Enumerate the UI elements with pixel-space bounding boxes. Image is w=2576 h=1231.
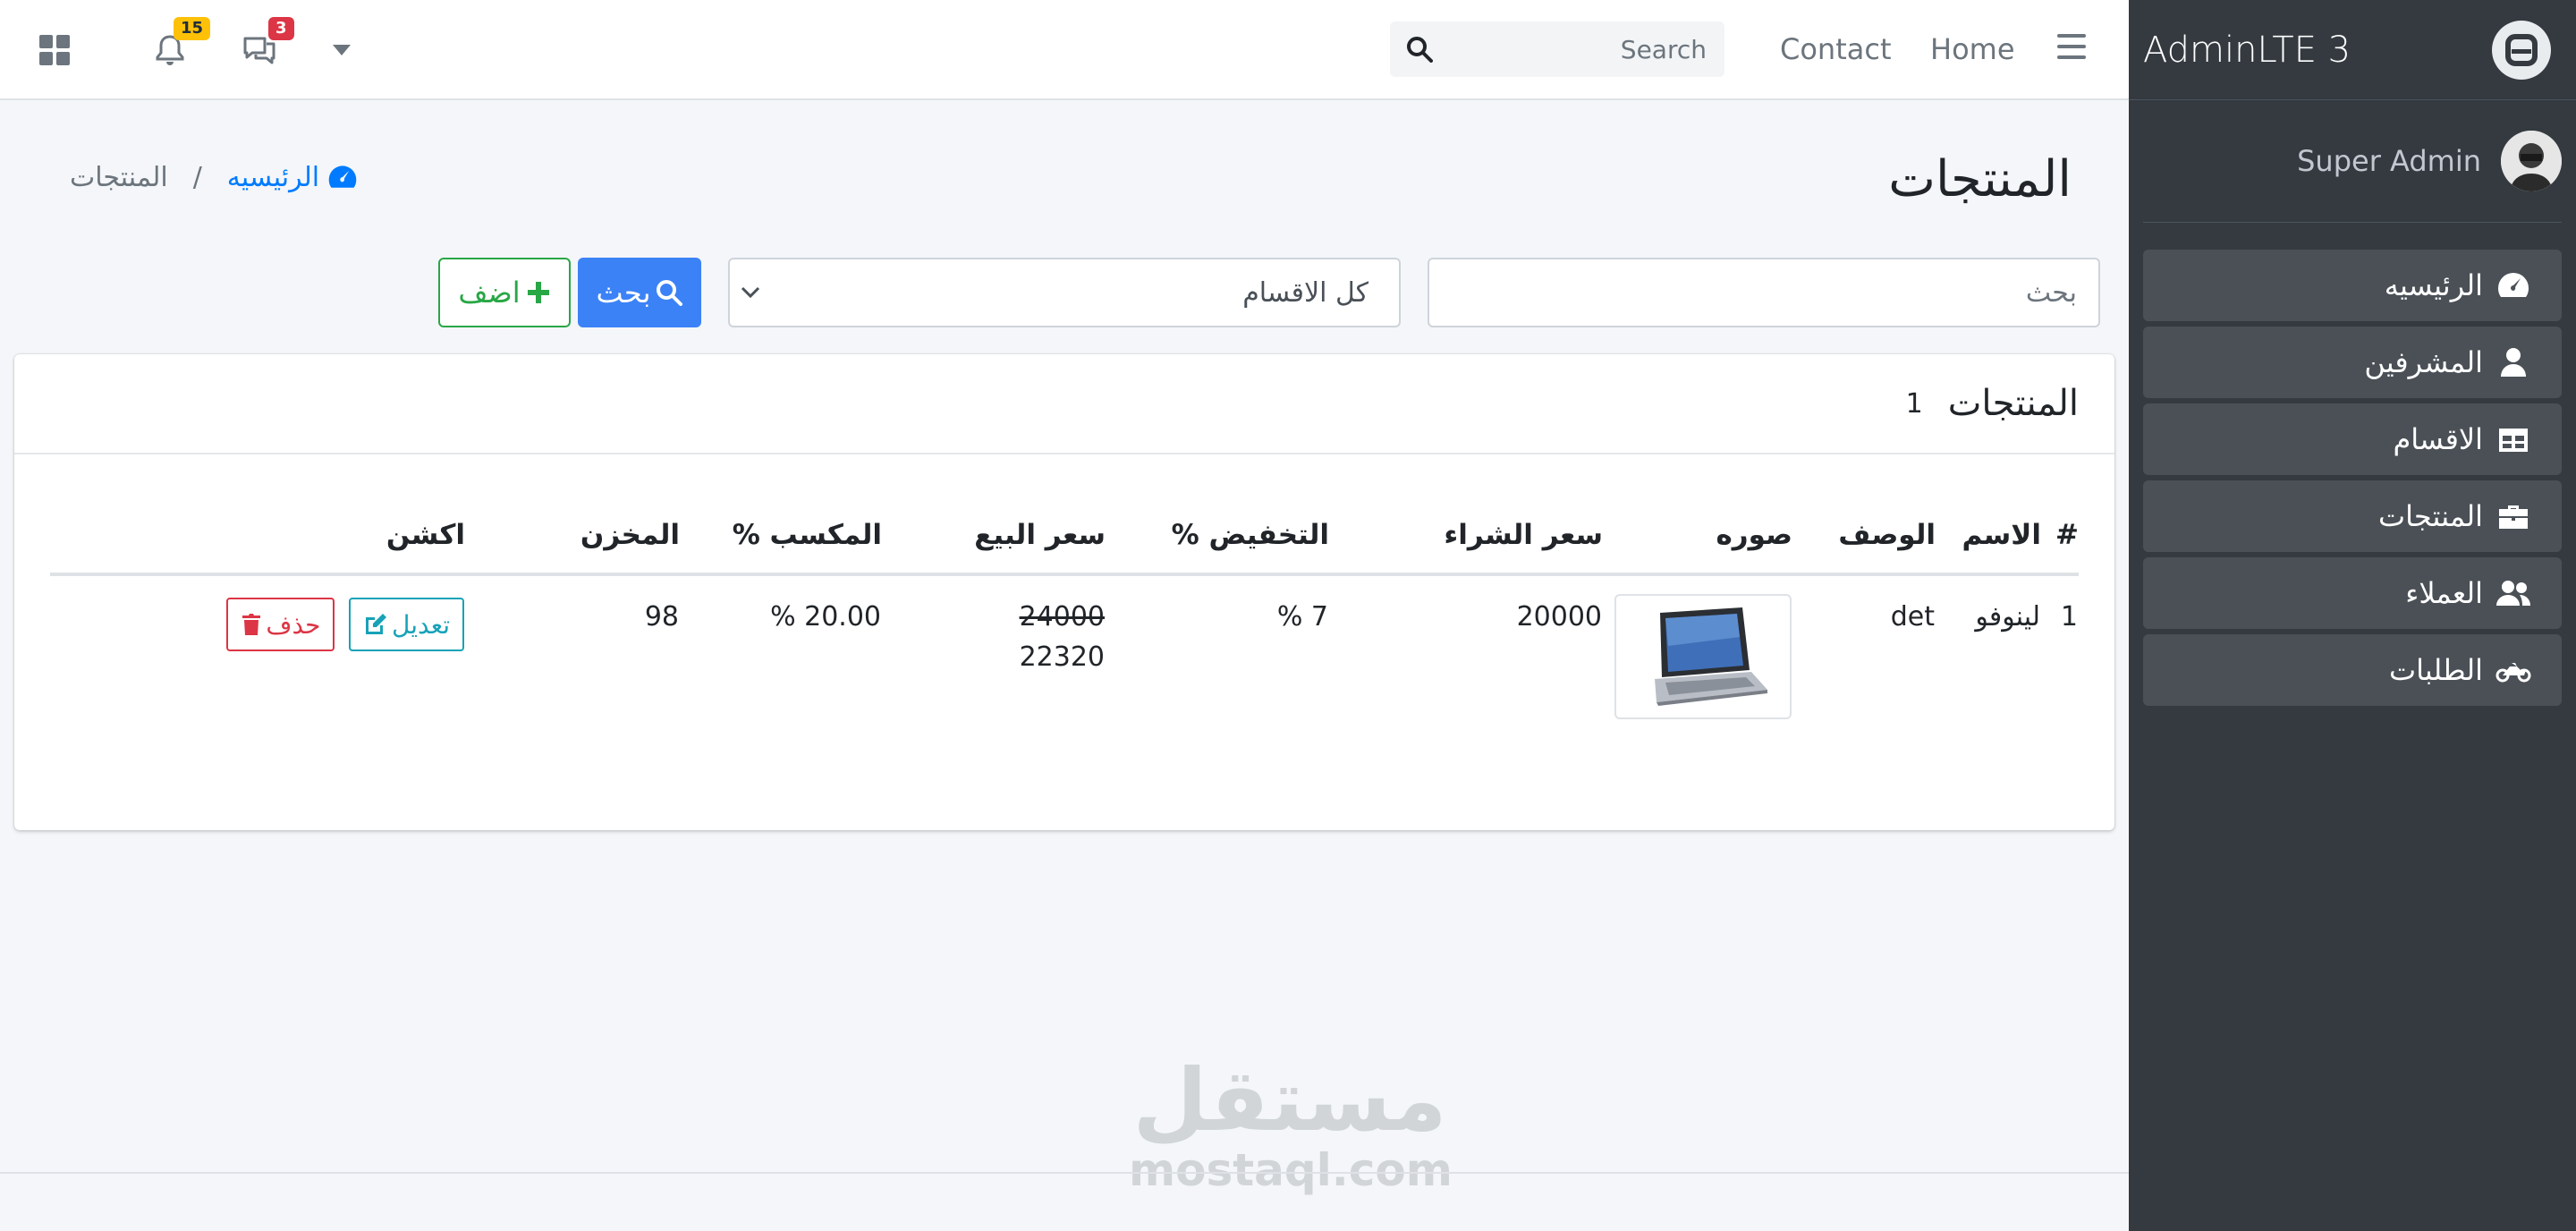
navbar-search bbox=[1390, 21, 1724, 77]
sidebar-item-label: الرئيسيه bbox=[2384, 268, 2483, 302]
sidebar-item-products[interactable]: المنتجات bbox=[2143, 480, 2562, 552]
column-header: الوصف bbox=[1792, 497, 1936, 576]
page-title: المنتجات bbox=[1888, 150, 2072, 208]
edit-button[interactable]: تعديل bbox=[349, 598, 464, 651]
trash-icon bbox=[242, 614, 261, 635]
category-select-value: كل الاقسام bbox=[1242, 276, 1368, 309]
menu-toggle-button[interactable] bbox=[2057, 34, 2086, 63]
brand-logo-icon bbox=[2492, 20, 2551, 80]
sidebar-item-orders[interactable]: الطلبات bbox=[2143, 634, 2562, 706]
products-card: 1 المنتجات # الاسم الوصف صوره سعر الشراء… bbox=[14, 354, 2114, 830]
bars-icon bbox=[2057, 34, 2086, 59]
sidebar-item-label: الطلبات bbox=[2388, 653, 2483, 687]
product-search-input[interactable] bbox=[1428, 258, 2100, 327]
products-count: 1 bbox=[1905, 387, 1923, 420]
column-header: اكشن bbox=[50, 497, 465, 576]
table-icon bbox=[2499, 429, 2528, 452]
search-icon bbox=[657, 280, 683, 306]
caret-down-icon bbox=[333, 45, 351, 55]
cell-discount: 7 % bbox=[1276, 601, 1328, 632]
column-header: سعر البيع bbox=[882, 497, 1106, 576]
motorcycle-icon bbox=[2496, 663, 2531, 683]
sidebar-item-label: الاقسام bbox=[2393, 422, 2483, 456]
column-header: المكسب % bbox=[680, 497, 882, 576]
top-navbar: 15 3 Contact Home bbox=[0, 0, 2129, 100]
column-header: المخزن bbox=[465, 497, 680, 576]
cell-name: لينوفو bbox=[1975, 601, 2040, 632]
cell-stock: 98 bbox=[644, 601, 679, 632]
sidebar-nav: الرئيسيه المشرفين الاقسام المنتجات العمل… bbox=[2143, 250, 2562, 706]
sidebar-item-label: العملاء bbox=[2405, 576, 2483, 610]
column-header: الاسم bbox=[1936, 497, 2041, 576]
avatar bbox=[2501, 131, 2562, 191]
user-panel[interactable]: Super Admin bbox=[2143, 100, 2562, 223]
user-icon bbox=[2501, 348, 2526, 377]
user-name: Super Admin bbox=[2297, 144, 2481, 178]
watermark-arabic: مستقل bbox=[1132, 1050, 1447, 1150]
table-row: 1 لينوفو det 20000 7 % 24000 22320 20.00… bbox=[50, 574, 2079, 727]
watermark: مستقل mostaql.com bbox=[1129, 1050, 1453, 1196]
add-button-label: اضف bbox=[458, 276, 521, 310]
breadcrumb-separator: / bbox=[192, 161, 202, 193]
table-header-row: # الاسم الوصف صوره سعر الشراء التخفيض % … bbox=[50, 497, 2079, 576]
column-header: # bbox=[2041, 497, 2079, 576]
notifications-button[interactable]: 15 bbox=[156, 17, 211, 65]
sale-price: 22320 bbox=[1019, 641, 1105, 673]
category-select[interactable]: كل الاقسام bbox=[728, 258, 1401, 327]
apps-grid-button[interactable] bbox=[39, 35, 70, 65]
cell-purchase-price: 20000 bbox=[1516, 601, 1602, 632]
cell-index: 1 bbox=[2060, 601, 2078, 632]
dropdown-toggle[interactable] bbox=[333, 45, 351, 55]
breadcrumb: المنتجات / الرئيسيه bbox=[70, 161, 359, 193]
messages-badge: 3 bbox=[268, 17, 294, 40]
search-button[interactable]: بحث bbox=[578, 258, 701, 327]
card-title: المنتجات bbox=[1947, 383, 2079, 424]
edit-icon bbox=[366, 614, 386, 634]
grid-icon bbox=[39, 35, 70, 65]
sidebar-item-admins[interactable]: المشرفين bbox=[2143, 327, 2562, 398]
messages-button[interactable]: 3 bbox=[242, 17, 294, 65]
sidebar-item-label: المنتجات bbox=[2378, 499, 2483, 533]
sidebar-item-clients[interactable]: العملاء bbox=[2143, 557, 2562, 629]
column-header: سعر الشراء bbox=[1329, 497, 1603, 576]
footer-divider bbox=[0, 1172, 2129, 1174]
brand-link[interactable]: AdminLTE 3 bbox=[2129, 0, 2576, 100]
old-sale-price: 24000 bbox=[1019, 601, 1105, 632]
notifications-badge: 15 bbox=[174, 17, 211, 40]
edit-button-label: تعديل bbox=[392, 609, 450, 640]
briefcase-icon bbox=[2499, 505, 2528, 529]
column-header: التخفيض % bbox=[1106, 497, 1329, 576]
watermark-latin: mostaql.com bbox=[1129, 1144, 1453, 1196]
brand-title: AdminLTE 3 bbox=[2143, 29, 2351, 71]
cell-description: det bbox=[1890, 601, 1935, 632]
users-icon bbox=[2496, 581, 2530, 606]
products-table: # الاسم الوصف صوره سعر الشراء التخفيض % … bbox=[50, 497, 2079, 727]
sidebar-item-label: المشرفين bbox=[2364, 345, 2483, 379]
tachometer-icon bbox=[2498, 273, 2529, 297]
chevron-down-icon bbox=[741, 286, 760, 299]
delete-button[interactable]: حذف bbox=[226, 598, 335, 651]
search-icon[interactable] bbox=[1406, 36, 1433, 63]
cell-profit: 20.00 % bbox=[770, 601, 881, 632]
tachometer-icon bbox=[328, 166, 357, 188]
delete-button-label: حذف bbox=[266, 609, 321, 640]
add-product-button[interactable]: اضف bbox=[438, 258, 571, 327]
sidebar: AdminLTE 3 Super Admin الرئيسيه المشرفين… bbox=[2129, 0, 2576, 1231]
product-thumbnail bbox=[1614, 594, 1792, 719]
nav-link-home[interactable]: Home bbox=[1930, 32, 2015, 66]
breadcrumb-home-label: الرئيسيه bbox=[226, 161, 320, 193]
navbar-search-input[interactable] bbox=[1481, 33, 1708, 65]
column-header: صوره bbox=[1603, 497, 1792, 576]
sidebar-item-categories[interactable]: الاقسام bbox=[2143, 403, 2562, 475]
search-button-label: بحث bbox=[596, 276, 651, 310]
plus-icon bbox=[527, 282, 549, 303]
card-header: 1 المنتجات bbox=[14, 354, 2114, 454]
laptop-image bbox=[1655, 607, 1767, 706]
breadcrumb-current: المنتجات bbox=[70, 161, 168, 193]
nav-link-contact[interactable]: Contact bbox=[1780, 32, 1892, 66]
sidebar-item-home[interactable]: الرئيسيه bbox=[2143, 250, 2562, 321]
breadcrumb-home-link[interactable]: الرئيسيه bbox=[227, 161, 359, 193]
